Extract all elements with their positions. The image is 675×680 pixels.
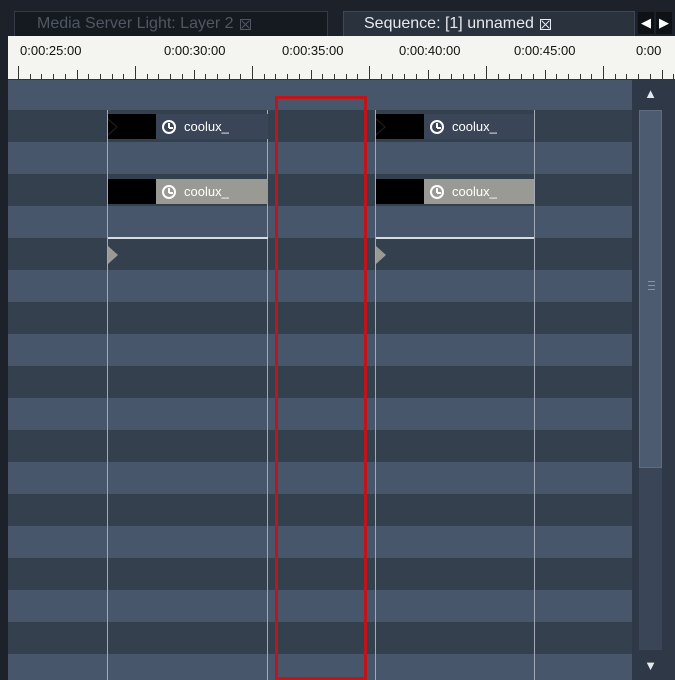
left-border — [0, 36, 8, 680]
ruler-tick — [18, 66, 19, 80]
envelope-line[interactable] — [108, 237, 268, 239]
clip-thumbnail — [108, 179, 156, 204]
clock-icon — [430, 184, 444, 199]
clip-label: coolux_ — [184, 184, 229, 199]
tab-bar: Media Server Light: Layer 2 Sequence: [1… — [0, 0, 675, 36]
tab-sequence[interactable]: Sequence: [1] unnamed — [343, 11, 635, 36]
scroll-thumb[interactable] — [639, 110, 662, 468]
time-ruler[interactable]: 0:00:25:00 0:00:30:00 0:00:35:00 0:00:40… — [8, 36, 675, 80]
close-icon[interactable] — [539, 18, 551, 30]
clip-label-wrap: coolux_ — [156, 179, 268, 204]
clip-label-wrap: coolux_ — [424, 179, 534, 204]
ruler-label: 0:00:35:00 — [282, 43, 344, 58]
ruler-label: 0:00:45:00 — [514, 43, 576, 58]
scroll-down-icon[interactable]: ▼ — [639, 656, 662, 676]
arrow-left-icon[interactable]: ◀ — [638, 12, 654, 34]
clip-label-wrap: coolux_ — [156, 114, 268, 139]
ruler-label: 0:00 — [636, 43, 662, 58]
clip-block[interactable]: coolux_ — [376, 114, 534, 139]
clock-icon — [162, 119, 176, 134]
envelope-line[interactable] — [376, 237, 534, 239]
ruler-tick — [369, 66, 370, 80]
clip-block[interactable]: coolux_ — [108, 114, 268, 139]
selection-highlight — [275, 96, 367, 680]
clip-block[interactable]: coolux_ — [108, 179, 268, 204]
tab-label: Sequence: [1] unnamed — [364, 15, 534, 32]
ruler-label: 0:00:40:00 — [399, 43, 461, 58]
close-icon[interactable] — [239, 18, 251, 30]
ruler-label: 0:00:30:00 — [164, 43, 226, 58]
ruler-tick — [603, 66, 604, 80]
clock-icon — [162, 184, 176, 199]
tab-media-server-layer[interactable]: Media Server Light: Layer 2 — [14, 11, 328, 36]
play-marker-icon — [108, 118, 118, 136]
clip-label: coolux_ — [452, 119, 497, 134]
clock-icon — [430, 119, 444, 134]
grip-icon — [648, 281, 655, 290]
clip-thumbnail — [376, 179, 424, 204]
clip-boundary-line — [534, 110, 535, 680]
sequence-editor: Media Server Light: Layer 2 Sequence: [1… — [0, 0, 675, 680]
vertical-scrollbar[interactable]: ▲ ▼ — [632, 80, 675, 680]
play-marker-icon — [376, 118, 386, 136]
ruler-tick — [252, 66, 253, 80]
clip-thumbnail — [376, 114, 424, 139]
arrow-right-icon[interactable]: ▶ — [656, 12, 672, 34]
tab-label: Media Server Light: Layer 2 — [37, 15, 234, 32]
scroll-up-icon[interactable]: ▲ — [639, 84, 662, 104]
keyframe-marker-icon[interactable] — [108, 246, 118, 264]
clip-label: coolux_ — [184, 119, 229, 134]
ruler-tick — [486, 66, 487, 80]
ruler-tick — [135, 66, 136, 80]
keyframe-marker-icon[interactable] — [376, 246, 386, 264]
clip-thumbnail — [108, 114, 156, 139]
clip-block[interactable]: coolux_ — [376, 179, 534, 204]
clip-label: coolux_ — [452, 184, 497, 199]
ruler-label: 0:00:25:00 — [20, 43, 82, 58]
clip-label-wrap: coolux_ — [424, 114, 534, 139]
